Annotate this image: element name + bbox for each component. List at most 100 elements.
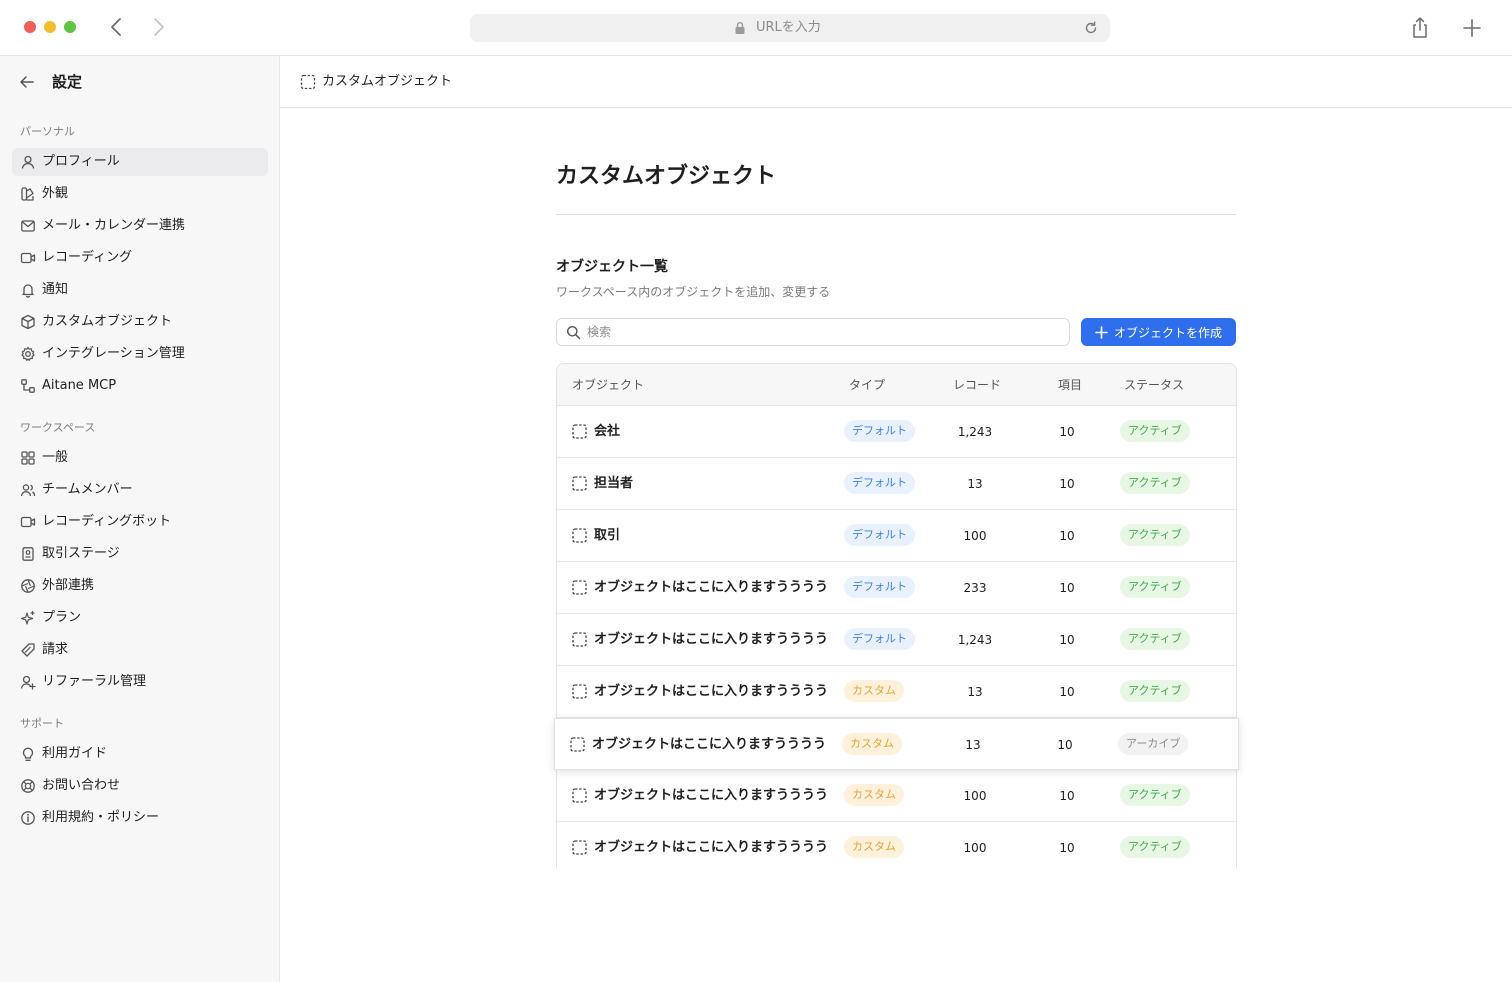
column-header-fields[interactable]: 項目	[1058, 377, 1082, 393]
table-row[interactable]: 取引 デフォルト 100 10 アクティブ	[557, 510, 1236, 562]
section-description: ワークスペース内のオブジェクトを追加、変更する	[556, 285, 831, 299]
sidebar-item-appearance[interactable]: 外観	[12, 180, 268, 208]
chevron-right-icon	[154, 18, 164, 36]
table-row[interactable]: 会社 デフォルト 1,243 10 アクティブ	[557, 406, 1236, 458]
record-count: 100	[963, 841, 987, 855]
sidebar-item-label: プロフィール	[42, 154, 120, 169]
sidebar-item-integrations[interactable]: インテグレーション管理	[12, 340, 268, 368]
type-badge: デフォルト	[844, 524, 915, 546]
lock-icon	[735, 22, 745, 34]
status-badge: アクティブ	[1120, 420, 1190, 442]
sidebar-item-team-members[interactable]: チームメンバー	[12, 476, 268, 504]
status-badge: アーカイブ	[1118, 733, 1189, 755]
table-row[interactable]: オブジェクトはここに入りますうううう カスタム 13 10 アクティブ	[557, 666, 1236, 718]
table-row[interactable]: オブジェクトはここに入りますうううう デフォルト 233 10 アクティブ	[557, 562, 1236, 614]
object-name: オブジェクトはここに入りますうううう	[594, 684, 829, 699]
sidebar-item-contact[interactable]: お問い合わせ	[12, 772, 268, 800]
field-count: 10	[1057, 738, 1073, 752]
sidebar-item-label: 利用規約・ポリシー	[42, 810, 160, 825]
table-row[interactable]: オブジェクトはここに入りますうううう デフォルト 1,243 10 アクティブ	[557, 614, 1236, 666]
sidebar-item-label: メール・カレンダー連携	[42, 218, 186, 233]
dashed-square-icon	[570, 737, 585, 752]
sidebar-item-referrals[interactable]: リファーラル管理	[12, 668, 268, 696]
status-badge: アクティブ	[1120, 784, 1190, 806]
create-object-button[interactable]: オブジェクトを作成	[1081, 318, 1236, 346]
record-count: 233	[963, 581, 987, 595]
plus-icon	[1095, 325, 1108, 339]
browser-back-button[interactable]	[105, 16, 127, 38]
sidebar-item-billing[interactable]: 請求	[12, 636, 268, 664]
sidebar-item-recording[interactable]: レコーディング	[12, 244, 268, 272]
window-zoom-button[interactable]	[64, 21, 76, 33]
sidebar-item-label: 外部連携	[42, 578, 95, 593]
sidebar-item-label: 取引ステージ	[42, 546, 120, 561]
palette-icon	[20, 186, 36, 202]
table-row[interactable]: オブジェクトはここに入りますうううう カスタム 100 10 アクティブ	[557, 770, 1236, 822]
sidebar-item-custom-objects[interactable]: カスタムオブジェクト	[12, 308, 268, 336]
bell-icon	[20, 282, 36, 298]
user-icon	[20, 154, 36, 170]
field-count: 10	[1059, 425, 1075, 439]
type-badge: カスタム	[844, 680, 904, 702]
aperture-icon	[20, 578, 36, 594]
record-count: 100	[963, 789, 987, 803]
sidebar-item-general[interactable]: 一般	[12, 444, 268, 472]
column-header-records[interactable]: レコード	[953, 377, 1001, 393]
mail-icon	[20, 218, 36, 234]
window-minimize-button[interactable]	[44, 21, 56, 33]
new-tab-icon[interactable]	[1461, 17, 1483, 39]
dashed-square-icon	[572, 788, 587, 803]
table-header: オブジェクト タイプ レコード 項目 ステータス	[557, 364, 1236, 406]
sidebar-section-workspace: ワークスペース	[20, 421, 96, 434]
table-row[interactable]: オブジェクトはここに入りますうううう カスタム 100 10 アクティブ	[557, 822, 1236, 874]
reload-icon[interactable]	[1084, 21, 1098, 35]
sidebar-item-notifications[interactable]: 通知	[12, 276, 268, 304]
dashed-square-icon	[572, 840, 587, 855]
chevron-left-icon	[111, 18, 121, 36]
sidebar-item-label: 一般	[42, 450, 69, 465]
page-title: カスタムオブジェクト	[556, 164, 777, 189]
type-badge: カスタム	[844, 784, 904, 806]
url-bar[interactable]: URLを入力	[470, 14, 1110, 42]
sidebar-item-external-integrations[interactable]: 外部連携	[12, 572, 268, 600]
sidebar-item-recording-bot[interactable]: レコーディングボット	[12, 508, 268, 536]
sidebar-section-support: サポート	[20, 717, 64, 730]
field-count: 10	[1059, 841, 1075, 855]
column-header-object[interactable]: オブジェクト	[572, 377, 644, 393]
search-input[interactable]	[587, 322, 1057, 342]
table-row-hovered[interactable]: オブジェクトはここに入りますうううう カスタム 13 10 アーカイブ	[554, 718, 1239, 770]
type-badge: カスタム	[844, 836, 904, 858]
dashed-square-icon	[572, 580, 587, 595]
status-badge: アクティブ	[1120, 836, 1190, 858]
object-name: 担当者	[594, 476, 634, 491]
table-row[interactable]: 担当者 デフォルト 13 10 アクティブ	[557, 458, 1236, 510]
sidebar-item-user-guide[interactable]: 利用ガイド	[12, 740, 268, 768]
sidebar-item-profile[interactable]: プロフィール	[12, 148, 268, 176]
field-count: 10	[1059, 633, 1075, 647]
column-header-status[interactable]: ステータス	[1124, 377, 1184, 393]
gear-icon	[20, 346, 36, 362]
sidebar-item-mail-calendar[interactable]: メール・カレンダー連携	[12, 212, 268, 240]
user-plus-icon	[20, 674, 36, 690]
sidebar-item-plan[interactable]: プラン	[12, 604, 268, 632]
column-header-type[interactable]: タイプ	[849, 377, 885, 393]
share-icon[interactable]	[1409, 16, 1431, 40]
sidebar-item-deal-stages[interactable]: 取引ステージ	[12, 540, 268, 568]
settings-sidebar: 設定 パーソナル プロフィール 外観 メール・カレンダー連携 レコーディング 通…	[0, 56, 280, 982]
breadcrumb: カスタムオブジェクト	[322, 74, 453, 89]
window-close-button[interactable]	[24, 21, 36, 33]
dashed-square-icon	[572, 528, 587, 543]
browser-forward-button[interactable]	[148, 16, 170, 38]
sidebar-item-terms-policy[interactable]: 利用規約・ポリシー	[12, 804, 268, 832]
status-badge: アクティブ	[1120, 680, 1190, 702]
status-badge: アクティブ	[1120, 576, 1190, 598]
sidebar-item-label: レコーディング	[42, 250, 133, 265]
sidebar-item-label: リファーラル管理	[42, 674, 147, 689]
type-badge: デフォルト	[844, 576, 915, 598]
arrow-left-icon[interactable]	[18, 73, 36, 91]
sidebar-item-aitane-mcp[interactable]: Aitane MCP	[12, 372, 268, 400]
object-name: 取引	[594, 528, 621, 543]
sidebar-item-label: カスタムオブジェクト	[42, 314, 173, 329]
sidebar-item-label: チームメンバー	[42, 482, 133, 497]
grid-icon	[20, 450, 36, 466]
